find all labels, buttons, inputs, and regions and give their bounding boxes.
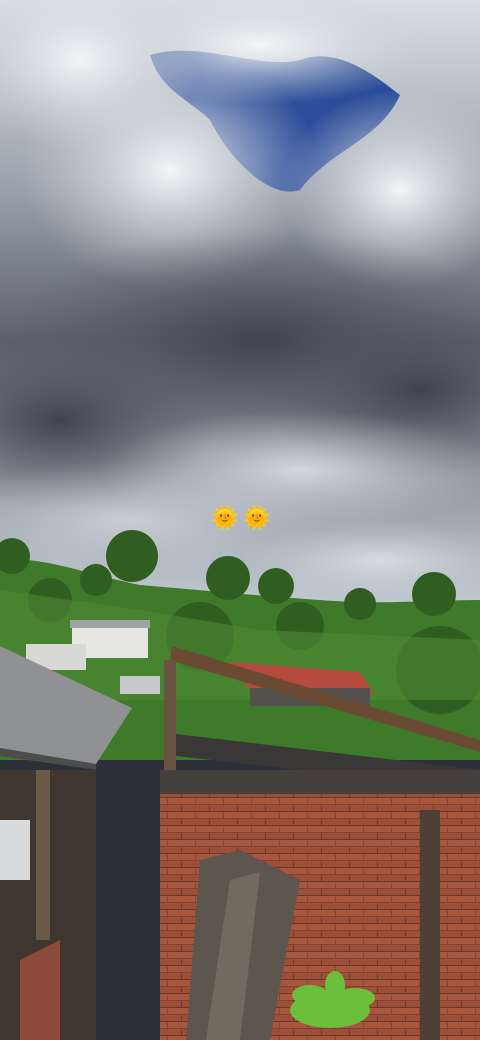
sun-sticker-group: 🌞 🌞 [211, 506, 271, 532]
sun-with-face-icon: 🌞 [211, 506, 239, 531]
photo-scene: 🌞 🌞 [0, 0, 480, 1040]
sun-with-face-icon: 🌞 [243, 506, 271, 531]
